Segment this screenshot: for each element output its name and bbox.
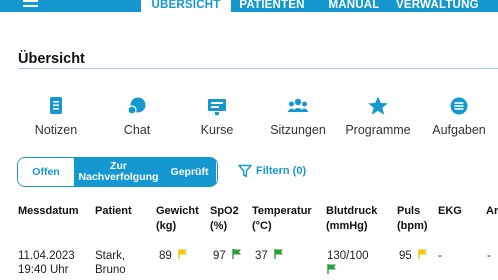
menu-icon[interactable] xyxy=(23,0,38,7)
flag-yellow-icon xyxy=(178,249,187,259)
flag-green-icon xyxy=(274,249,283,259)
col-header-unit: (mmHg) xyxy=(326,220,368,232)
chat-icon xyxy=(127,97,146,115)
cell-patient-last: Stark, xyxy=(95,250,126,262)
cell-patient[interactable]: Stark, Bruno xyxy=(95,249,126,277)
nav-label: Chat xyxy=(123,123,151,137)
star-icon xyxy=(368,96,388,115)
filter-button[interactable]: Filtern (0) xyxy=(238,164,306,178)
col-header-line: Puls xyxy=(397,205,421,217)
col-header-line: Temperatur xyxy=(252,205,312,217)
cell-value: 89 xyxy=(159,250,172,262)
col-header-unit: (°C) xyxy=(252,220,272,232)
nav-kurse[interactable]: Kurse xyxy=(195,95,239,141)
col-header-unit: (kg) xyxy=(156,220,177,232)
cell-spo2: 97 xyxy=(213,249,242,263)
cell-value: 37 xyxy=(255,250,268,262)
nav-label: Notizen xyxy=(34,123,78,137)
col-header-blutdruck[interactable]: Blutdruck (mmHg) xyxy=(326,204,377,234)
col-header-line: Gewicht xyxy=(156,205,199,217)
cell-more: - xyxy=(487,250,491,262)
col-header-patient[interactable]: Patient xyxy=(95,204,132,219)
cell-temperatur: 37 xyxy=(255,249,284,263)
segment-geprueft[interactable]: Geprüft xyxy=(163,158,216,186)
page-title: Übersicht xyxy=(18,51,85,67)
col-header-more[interactable]: Ar xyxy=(486,204,498,219)
col-header-puls[interactable]: Puls (bpm) xyxy=(397,204,428,234)
status-segmented-control: Offen Zur Nachverfolgung Geprüft xyxy=(17,157,218,187)
cell-puls: 95 xyxy=(399,249,428,263)
cell-value: 95 xyxy=(399,250,412,262)
nav-label: Aufgaben xyxy=(432,123,486,137)
filter-label: Filtern (0) xyxy=(256,165,307,177)
nav-chat[interactable]: Chat xyxy=(117,95,157,141)
cell-messdatum[interactable]: 11.04.2023 19:40 Uhr xyxy=(18,249,75,277)
nav-sitzungen[interactable]: Sitzungen xyxy=(266,95,330,141)
notes-icon xyxy=(50,97,62,114)
flag-green-icon xyxy=(232,249,241,259)
tab-patienten[interactable]: PATIENTEN xyxy=(236,0,308,12)
sessions-icon xyxy=(287,98,309,112)
col-header-messdatum[interactable]: Messdatum xyxy=(18,204,79,219)
top-app-bar: ÜBERSICHT PATIENTEN MANUAL VERWALTUNG xyxy=(0,0,498,12)
cell-date: 11.04.2023 xyxy=(18,250,75,262)
nav-label: Programme xyxy=(345,123,411,137)
cell-gewicht: 89 xyxy=(159,249,188,263)
tab-verwaltung[interactable]: VERWALTUNG xyxy=(396,0,479,12)
col-header-ekg[interactable]: EKG xyxy=(438,204,462,219)
cell-value: 97 xyxy=(213,250,226,262)
col-header-temperatur[interactable]: Temperatur (°C) xyxy=(252,204,312,234)
cell-time: 19:40 Uhr xyxy=(18,264,69,276)
nav-label: Kurse xyxy=(200,123,234,137)
col-header-unit: (bpm) xyxy=(397,220,428,232)
col-header-line: SpO2 xyxy=(210,205,239,217)
segment-zur-nachverfolgung[interactable]: Zur Nachverfolgung xyxy=(74,158,163,186)
nav-label: Sitzungen xyxy=(270,123,326,137)
tab-uebersicht[interactable]: ÜBERSICHT xyxy=(141,0,231,12)
title-divider xyxy=(18,68,498,69)
courses-icon xyxy=(208,99,226,115)
nav-aufgaben[interactable]: Aufgaben xyxy=(428,95,490,141)
col-header-gewicht[interactable]: Gewicht (kg) xyxy=(156,204,199,234)
cell-ekg: - xyxy=(438,250,442,262)
col-header-spo2[interactable]: SpO2 (%) xyxy=(210,204,239,234)
cell-patient-first: Bruno xyxy=(95,264,126,276)
tasks-icon xyxy=(450,97,468,115)
cell-blutdruck: 130/100 xyxy=(327,249,369,274)
nav-notizen[interactable]: Notizen xyxy=(30,95,82,141)
col-header-unit: (%) xyxy=(210,220,228,232)
flag-yellow-icon xyxy=(418,249,427,259)
flag-green-icon xyxy=(327,264,336,274)
cell-value: 130/100 xyxy=(327,250,369,262)
col-header-line: Blutdruck xyxy=(326,205,378,217)
segment-offen[interactable]: Offen xyxy=(18,158,74,186)
tab-manual[interactable]: MANUAL xyxy=(324,0,384,12)
filter-icon xyxy=(238,164,252,178)
nav-programme[interactable]: Programme xyxy=(341,95,415,141)
